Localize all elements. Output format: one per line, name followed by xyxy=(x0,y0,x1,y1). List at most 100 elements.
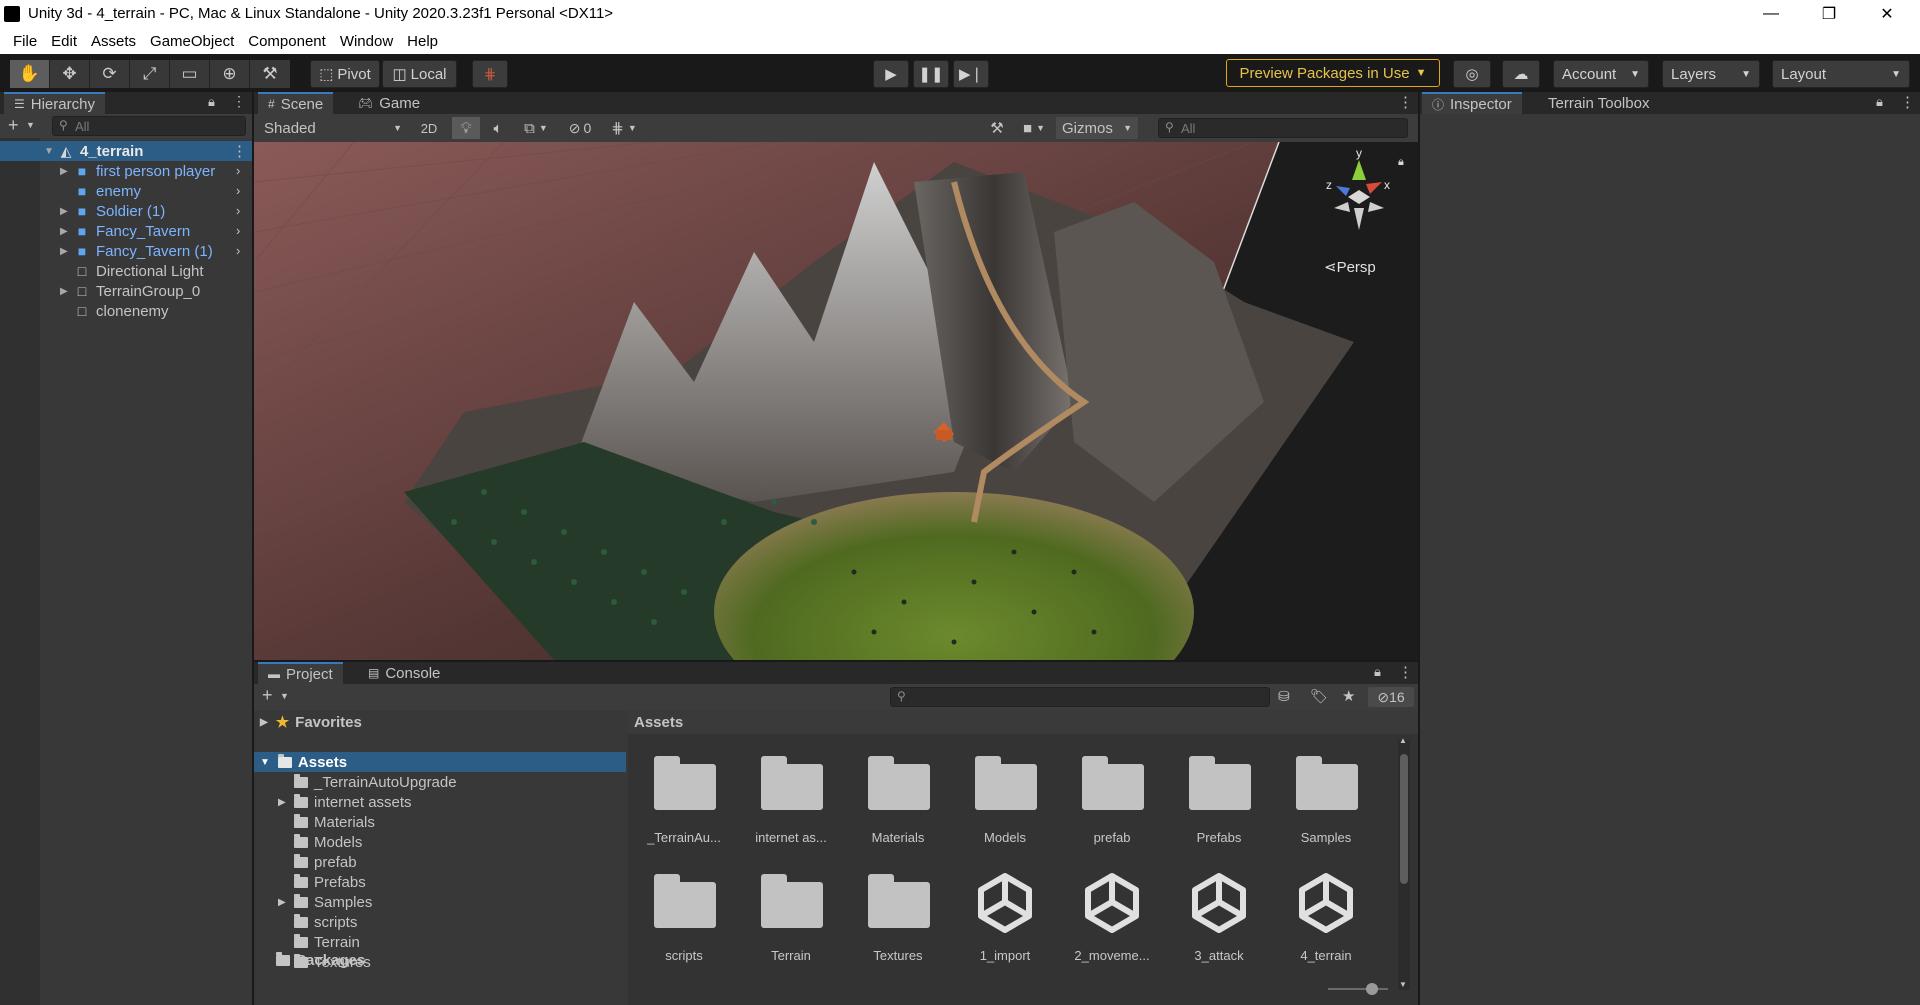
asset-folder[interactable]: _TerrainAu... xyxy=(634,756,734,854)
grid-snap-icon[interactable]: ⋕ xyxy=(472,60,508,88)
icon-size-slider[interactable] xyxy=(1328,983,1388,995)
effects-dropdown-icon[interactable]: ⧉ ▼ xyxy=(516,117,556,139)
expand-arrow-icon[interactable]: ▶ xyxy=(278,797,294,808)
expand-arrow-icon[interactable]: ▼ xyxy=(260,757,270,768)
scroll-down-icon[interactable]: ▼ xyxy=(1399,980,1407,989)
expand-arrow-icon[interactable]: ▶ xyxy=(60,226,68,237)
project-tree-item[interactable]: Terrain xyxy=(278,932,360,952)
asset-scene[interactable]: 2_moveme... xyxy=(1062,873,1162,972)
more-options-icon[interactable]: ⋮ xyxy=(1398,93,1413,111)
camera-dropdown-icon[interactable]: ■ ▼ xyxy=(1016,117,1052,139)
create-plus-icon[interactable]: + xyxy=(8,115,19,136)
rect-tool-icon[interactable]: ▭ xyxy=(170,60,210,88)
packages-row[interactable]: Packages xyxy=(276,950,365,970)
more-options-icon[interactable]: ⋮ xyxy=(1398,663,1413,681)
hierarchy-item[interactable]: ■ enemy › xyxy=(0,181,252,201)
gizmos-dropdown[interactable]: Gizmos ▼ xyxy=(1056,117,1138,139)
asset-folder[interactable]: Prefabs xyxy=(1169,756,1269,854)
asset-scene[interactable]: 1_import xyxy=(955,873,1055,972)
lighting-toggle-icon[interactable]: 💡︎ xyxy=(452,117,480,139)
project-tree-item[interactable]: Models xyxy=(278,832,362,852)
pause-button[interactable]: ❚❚ xyxy=(913,60,949,88)
asset-folder[interactable]: Terrain xyxy=(741,874,841,972)
scene-viewport[interactable]: y x z 🔒︎ ⋖Persp xyxy=(254,142,1418,660)
asset-folder[interactable]: Textures xyxy=(848,874,948,972)
filter-by-type-icon[interactable]: ⛁ xyxy=(1278,688,1290,705)
local-button[interactable]: ◫ Local xyxy=(382,60,457,88)
scene-row[interactable]: ▼ ◭ 4_terrain ⋮ xyxy=(0,141,252,161)
collab-icon[interactable]: ◎ xyxy=(1453,60,1491,88)
scrollbar-thumb[interactable] xyxy=(1400,754,1408,884)
hierarchy-item[interactable]: ▶ ■ Soldier (1) › xyxy=(0,201,252,221)
gizmo-lock-icon[interactable]: 🔒︎ xyxy=(1398,156,1404,169)
toggle-2d-button[interactable]: 2D xyxy=(414,117,444,139)
tab-game[interactable]: 🎮︎ Game xyxy=(348,92,430,114)
menu-file[interactable]: File xyxy=(6,33,44,50)
menu-gameobject[interactable]: GameObject xyxy=(143,33,241,50)
tab-inspector[interactable]: ⓘ Inspector xyxy=(1422,92,1522,114)
audio-toggle-icon[interactable]: 🔈︎ xyxy=(484,117,512,139)
asset-scene[interactable]: 3_attack xyxy=(1169,873,1269,972)
menu-edit[interactable]: Edit xyxy=(44,33,84,50)
more-options-icon[interactable]: ⋮ xyxy=(1900,93,1915,111)
expand-arrow-icon[interactable]: ▶ xyxy=(60,166,68,177)
grid-scrollbar[interactable]: ▲ ▼ xyxy=(1398,736,1410,990)
project-tree-item[interactable]: _TerrainAutoUpgrade xyxy=(278,772,457,792)
hierarchy-item[interactable]: ▶ ■ Fancy_Tavern › xyxy=(0,221,252,241)
maximize-button[interactable]: ❐ xyxy=(1800,0,1858,28)
asset-folder[interactable]: Materials xyxy=(848,756,948,854)
lock-icon[interactable]: 🔒︎ xyxy=(1374,664,1381,680)
hand-tool-icon[interactable]: ✋ xyxy=(10,60,50,88)
shading-dropdown[interactable]: Shaded ▼ xyxy=(258,117,408,139)
move-tool-icon[interactable]: ✥ xyxy=(50,60,90,88)
expand-arrow-icon[interactable]: ▶ xyxy=(60,246,68,257)
lock-icon[interactable]: 🔒︎ xyxy=(1876,94,1883,110)
dropdown-arrow-icon[interactable]: ▼ xyxy=(26,120,35,130)
hierarchy-item[interactable]: ▶ ■ first person player › xyxy=(0,161,252,181)
hierarchy-item[interactable]: ▶ □ TerrainGroup_0 xyxy=(0,281,252,301)
layers-dropdown[interactable]: Layers ▼ xyxy=(1662,60,1760,88)
tab-console[interactable]: ▤ Console xyxy=(358,662,450,684)
menu-component[interactable]: Component xyxy=(241,33,333,50)
project-search-input[interactable]: ⚲ xyxy=(890,687,1270,707)
tab-hierarchy[interactable]: ☰ Hierarchy xyxy=(4,92,105,114)
assets-root-row[interactable]: ▼ Assets xyxy=(254,752,626,772)
lock-icon[interactable]: 🔒︎ xyxy=(208,94,215,110)
account-dropdown[interactable]: Account ▼ xyxy=(1553,60,1649,88)
close-button[interactable]: ✕ xyxy=(1858,0,1916,28)
cloud-icon[interactable]: ☁ xyxy=(1502,60,1540,88)
filter-by-label-icon[interactable]: 🏷︎ xyxy=(1310,688,1328,705)
menu-window[interactable]: Window xyxy=(333,33,400,50)
hierarchy-item[interactable]: □ clonenemy xyxy=(0,301,252,321)
asset-folder[interactable]: Models xyxy=(955,756,1055,854)
prefab-open-chevron-icon[interactable]: › xyxy=(236,183,240,198)
favorites-row[interactable]: ▶ ★ Favorites xyxy=(260,712,362,732)
hierarchy-search-input[interactable]: ⚲ All xyxy=(52,116,246,136)
menu-help[interactable]: Help xyxy=(400,33,445,50)
orientation-gizmo[interactable]: y x z 🔒︎ xyxy=(1304,142,1414,252)
custom-tool-icon[interactable]: ⚒ xyxy=(250,60,290,88)
hierarchy-item[interactable]: ▶ ■ Fancy_Tavern (1) › xyxy=(0,241,252,261)
menu-assets[interactable]: Assets xyxy=(84,33,143,50)
prefab-open-chevron-icon[interactable]: › xyxy=(236,223,240,238)
hidden-packages-toggle[interactable]: ⊘ 16 xyxy=(1368,687,1414,707)
project-tree-item[interactable]: scripts xyxy=(278,912,357,932)
perspective-toggle[interactable]: ⋖Persp xyxy=(1324,258,1376,276)
grid-toggle-icon[interactable]: ⋕ ▼ xyxy=(604,117,644,139)
scene-search-input[interactable]: ⚲ All xyxy=(1158,118,1408,138)
create-plus-icon[interactable]: + xyxy=(262,685,273,706)
asset-folder[interactable]: internet as... xyxy=(741,756,841,854)
tab-terrain-toolbox[interactable]: Terrain Toolbox xyxy=(1538,92,1659,114)
expand-arrow-icon[interactable]: ▶ xyxy=(60,206,68,217)
project-tree-item[interactable]: prefab xyxy=(278,852,357,872)
transform-tool-icon[interactable]: ⊕ xyxy=(210,60,250,88)
expand-arrow-icon[interactable]: ▶ xyxy=(260,717,268,728)
expand-arrow-icon[interactable]: ▼ xyxy=(44,146,54,157)
scale-tool-icon[interactable]: ⤢ xyxy=(130,60,170,88)
scroll-up-icon[interactable]: ▲ xyxy=(1399,736,1407,745)
preview-packages-button[interactable]: Preview Packages in Use ▼ xyxy=(1226,59,1440,87)
scene-options-icon[interactable]: ⋮ xyxy=(232,142,247,160)
dropdown-arrow-icon[interactable]: ▼ xyxy=(280,691,289,701)
tab-scene[interactable]: # Scene xyxy=(258,92,334,114)
prefab-open-chevron-icon[interactable]: › xyxy=(236,243,240,258)
